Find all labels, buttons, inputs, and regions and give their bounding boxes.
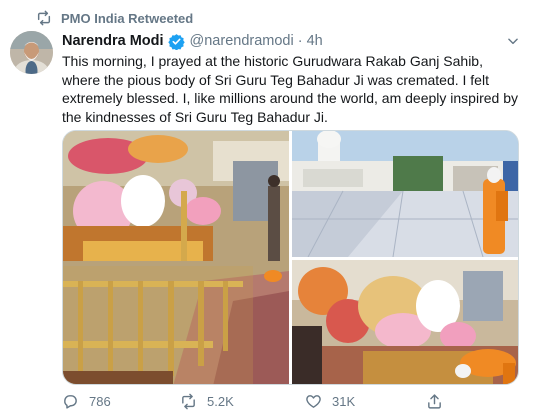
chevron-down-icon[interactable] — [506, 34, 520, 48]
avatar[interactable] — [10, 31, 53, 74]
retweet-count: 5.2K — [207, 394, 234, 409]
tweet-text: This morning, I prayed at the historic G… — [62, 53, 518, 125]
retweet-button[interactable]: 5.2K — [180, 393, 234, 410]
share-icon — [426, 393, 443, 410]
retweeted-by-row[interactable]: PMO India Retweeted — [36, 9, 193, 27]
retweet-icon — [36, 10, 52, 26]
reply-button[interactable]: 786 — [62, 393, 111, 410]
tweet-timestamp[interactable]: 4h — [307, 33, 323, 49]
like-button[interactable]: 31K — [305, 393, 355, 410]
like-count: 31K — [332, 394, 356, 409]
reply-count: 786 — [89, 394, 111, 409]
author-handle[interactable]: @narendramodi — [190, 33, 294, 49]
gurudwara-courtyard-photo[interactable] — [292, 131, 519, 258]
share-button[interactable] — [426, 393, 453, 410]
header-separator: · — [297, 33, 303, 49]
tweet-actions: 786 5.2K 31K — [62, 393, 522, 410]
gurudwara-interior-photo[interactable] — [63, 131, 289, 385]
retweet-icon — [180, 393, 197, 410]
reply-icon — [62, 393, 79, 410]
tweet-header: Narendra Modi @narendramodi · 4h — [62, 31, 524, 51]
media-grid — [62, 130, 519, 385]
author-name[interactable]: Narendra Modi — [62, 33, 164, 49]
retweeted-by-text: PMO India Retweeted — [61, 10, 194, 26]
verified-badge-icon — [167, 33, 185, 50]
gurudwara-altar-photo[interactable] — [292, 260, 519, 385]
heart-icon — [305, 393, 322, 410]
